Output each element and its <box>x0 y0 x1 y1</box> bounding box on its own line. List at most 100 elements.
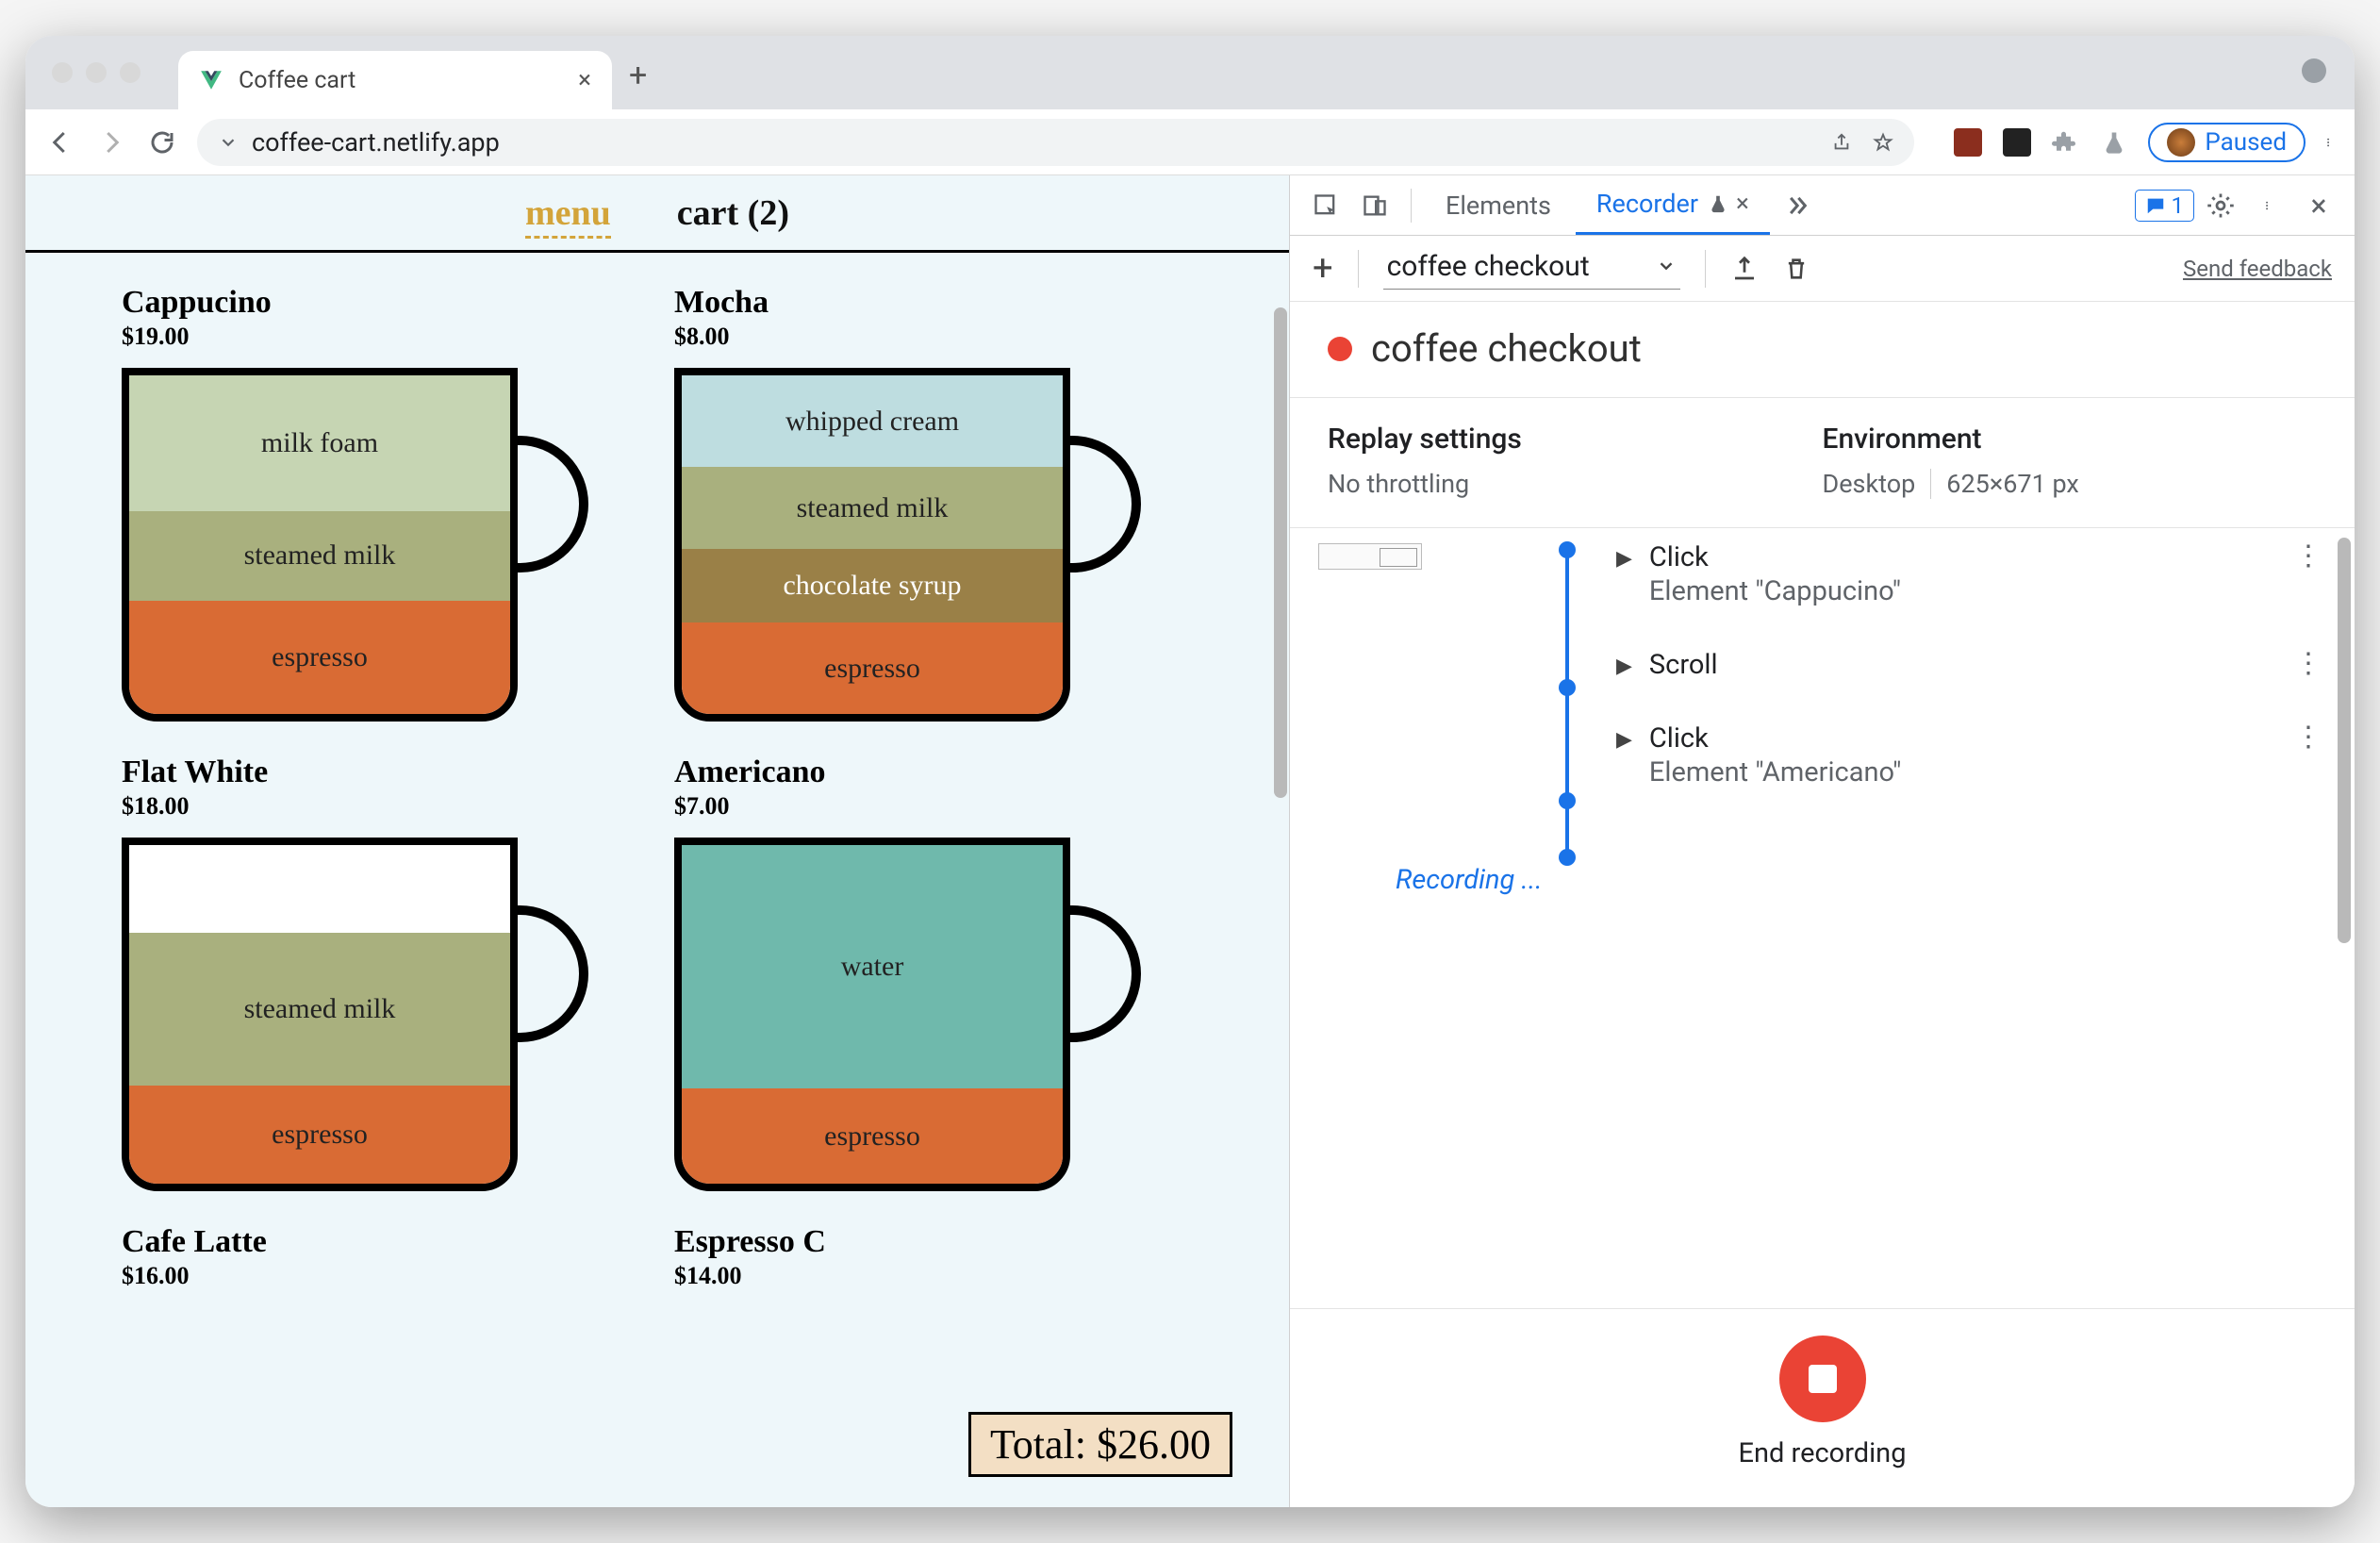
step-title: Click <box>1649 541 1709 573</box>
steps-scrollbar[interactable] <box>2338 538 2351 943</box>
recording-status: Recording ... <box>1396 864 2322 896</box>
step-menu-icon[interactable]: ⋮ <box>2294 647 2322 680</box>
cup-layer <box>129 845 510 933</box>
browser-tab[interactable]: Coffee cart × <box>178 51 612 109</box>
flask-icon[interactable] <box>2101 129 2127 156</box>
stop-recording-button[interactable] <box>1779 1336 1866 1422</box>
issues-badge[interactable]: 1 <box>2135 190 2195 222</box>
devtools-kebab-icon[interactable] <box>2247 191 2292 220</box>
forward-button[interactable] <box>95 126 127 158</box>
cup-graphic: whipped creamsteamed milkchocolate syrup… <box>674 368 1141 726</box>
cup-handle <box>1064 436 1141 572</box>
env-heading: Environment <box>1823 423 2318 456</box>
env-device: Desktop <box>1823 469 1916 499</box>
reload-button[interactable] <box>146 126 178 158</box>
cup-layer: espresso <box>129 1086 510 1184</box>
chevron-down-icon <box>218 132 239 153</box>
cup-layer: espresso <box>682 1088 1063 1184</box>
step-menu-icon[interactable]: ⋮ <box>2294 539 2322 572</box>
product-card[interactable]: Cafe Latte$16.00 <box>122 1224 631 1290</box>
product-name: Mocha <box>674 285 1183 321</box>
extension-icon-2[interactable] <box>2003 128 2031 157</box>
recording-dot-icon <box>1328 337 1352 361</box>
close-recorder-icon[interactable]: × <box>1736 190 1749 218</box>
product-name: Espresso C <box>674 1224 1183 1260</box>
devtools-tabbar: Elements Recorder × 1 × <box>1290 175 2355 236</box>
new-recording-icon[interactable]: + <box>1313 248 1333 290</box>
product-card[interactable]: Cappucino$19.00milk foamsteamed milkespr… <box>122 285 631 726</box>
steps-list: ▶ClickElement "Cappucino"⋮▶Scroll⋮▶Click… <box>1563 538 2322 826</box>
cup-layer: espresso <box>129 601 510 714</box>
env-size: 625×671 px <box>1930 469 2079 499</box>
nav-cart-link[interactable]: cart (2) <box>677 192 789 239</box>
extension-icon-1[interactable] <box>1954 128 1982 157</box>
minimize-window-icon[interactable] <box>86 62 107 83</box>
cup-graphic: waterespresso <box>674 838 1141 1196</box>
step-title: Click <box>1649 722 1709 755</box>
cup-layer: whipped cream <box>682 375 1063 467</box>
workspace: menu cart (2) Cappucino$19.00milk foamst… <box>25 175 2355 1507</box>
message-icon <box>2145 195 2166 216</box>
step-row[interactable]: ▶ ClickElement "Americano" ⋮ <box>1563 719 2322 826</box>
more-tabs-icon[interactable] <box>1774 192 1819 219</box>
address-bar: coffee-cart.netlify.app Paused <box>25 109 2355 175</box>
devtools-close-icon[interactable]: × <box>2296 188 2341 224</box>
page-scrollbar[interactable] <box>1274 307 1287 798</box>
end-recording-label: End recording <box>1739 1437 1907 1469</box>
product-card[interactable]: Mocha$8.00 whipped creamsteamed milkchoco… <box>674 285 1183 726</box>
flask-small-icon <box>1708 193 1728 214</box>
send-feedback-link[interactable]: Send feedback <box>2183 256 2332 282</box>
page-nav: menu cart (2) <box>25 175 1289 253</box>
cup-layer: steamed milk <box>682 467 1063 549</box>
export-icon[interactable] <box>1730 255 1759 283</box>
product-price: $8.00 <box>674 323 1183 351</box>
product-price: $14.00 <box>674 1262 1183 1290</box>
recording-settings: Replay settings No throttling Environmen… <box>1290 397 2355 528</box>
kebab-menu-icon[interactable] <box>2326 128 2336 157</box>
step-subtitle: Element "Americano" <box>1649 756 1902 788</box>
tab-recorder[interactable]: Recorder × <box>1576 175 1770 235</box>
step-title: Scroll <box>1649 649 1718 681</box>
product-card[interactable]: Espresso C$14.00 <box>674 1224 1183 1290</box>
step-row[interactable]: ▶ ClickElement "Cappucino" ⋮ <box>1563 538 2322 645</box>
stop-icon <box>1809 1365 1837 1393</box>
new-tab-button[interactable]: + <box>629 57 647 94</box>
tab-elements[interactable]: Elements <box>1425 175 1572 235</box>
bookmark-star-icon[interactable] <box>1873 132 1893 153</box>
recording-select[interactable]: coffee checkout <box>1383 248 1680 290</box>
recorder-footer: End recording <box>1290 1308 2355 1507</box>
nav-menu-link[interactable]: menu <box>525 192 611 239</box>
step-menu-icon[interactable]: ⋮ <box>2294 721 2322 754</box>
step-subtitle: Element "Cappucino" <box>1649 575 1901 607</box>
close-tab-icon[interactable]: × <box>578 66 591 94</box>
profile-paused-pill[interactable]: Paused <box>2148 123 2306 162</box>
expand-chevron-icon[interactable]: ▶ <box>1616 728 1632 752</box>
steps-area: ▶ClickElement "Cappucino"⋮▶Scroll⋮▶Click… <box>1290 528 2355 1308</box>
share-icon[interactable] <box>1831 132 1852 153</box>
cup-layer: water <box>682 845 1063 1088</box>
close-window-icon[interactable] <box>52 62 73 83</box>
product-card[interactable]: Americano$7.00waterespresso <box>674 755 1183 1196</box>
delete-icon[interactable] <box>1783 255 1810 283</box>
step-row[interactable]: ▶ Scroll ⋮ <box>1563 645 2322 719</box>
product-price: $16.00 <box>122 1262 631 1290</box>
cup-layer: steamed milk <box>129 933 510 1086</box>
total-button[interactable]: Total: $26.00 <box>968 1412 1232 1477</box>
puzzle-icon[interactable] <box>2052 128 2080 157</box>
window-controls[interactable] <box>52 62 140 83</box>
settings-gear-icon[interactable] <box>2198 191 2243 220</box>
step-thumbnail[interactable] <box>1318 543 1422 570</box>
expand-chevron-icon[interactable]: ▶ <box>1616 547 1632 571</box>
zoom-window-icon[interactable] <box>120 62 140 83</box>
devtools-panel: Elements Recorder × 1 × <box>1289 175 2355 1507</box>
back-button[interactable] <box>44 126 76 158</box>
product-card[interactable]: Flat White$18.00steamed milkespresso <box>122 755 631 1196</box>
product-name: Cappucino <box>122 285 631 321</box>
incognito-shield-icon <box>2302 58 2326 83</box>
inspect-element-icon[interactable] <box>1303 192 1348 219</box>
device-toolbar-icon[interactable] <box>1352 192 1397 219</box>
url-field[interactable]: coffee-cart.netlify.app <box>197 119 1914 166</box>
replay-value[interactable]: No throttling <box>1328 469 1823 499</box>
expand-chevron-icon[interactable]: ▶ <box>1616 655 1632 678</box>
browser-window: Coffee cart × + coffee-cart.netlify.app … <box>25 36 2355 1507</box>
